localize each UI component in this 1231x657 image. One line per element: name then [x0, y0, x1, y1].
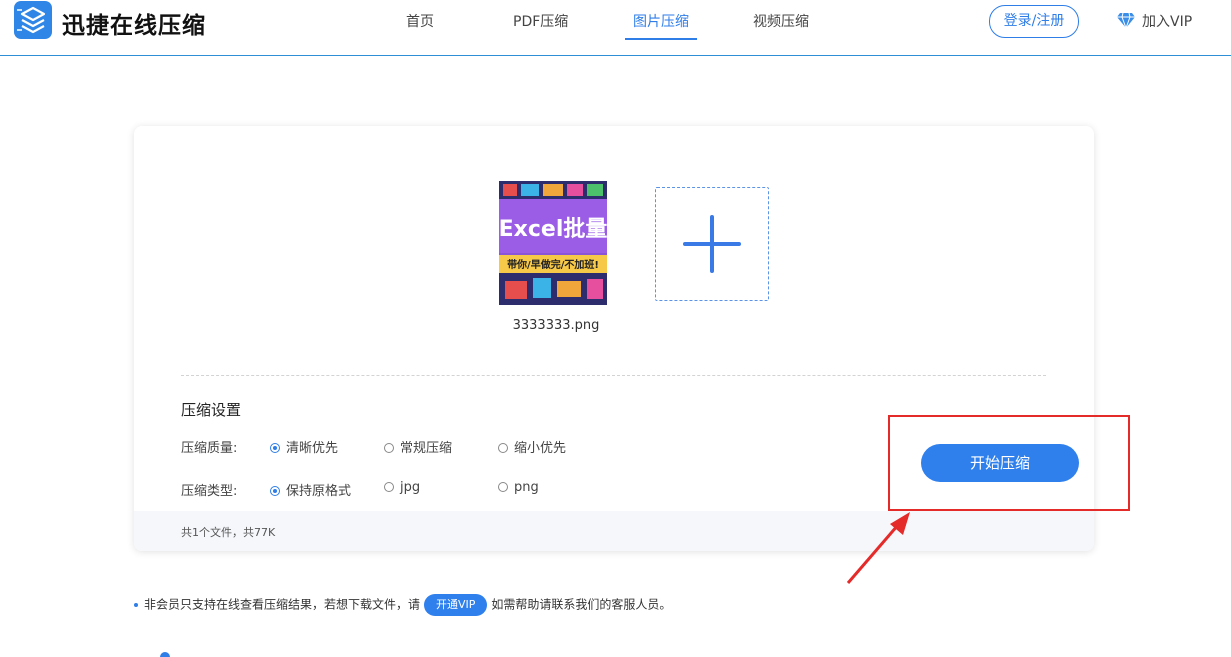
quality-label: 压缩质量:	[181, 441, 238, 456]
top-header: 迅捷在线压缩 首页 PDF压缩 图片压缩 视频压缩 登录/注册 加入VIP	[0, 0, 1231, 56]
radio-icon[interactable]	[498, 481, 508, 492]
file-summary: 共1个文件，共77K	[181, 526, 276, 539]
bullet-icon	[134, 603, 138, 607]
type-label: 压缩类型:	[181, 484, 238, 499]
highlight-box	[888, 415, 1130, 511]
thumb-headline: Excel批量	[499, 217, 607, 242]
radio-icon[interactable]	[498, 442, 508, 453]
quality-option-small[interactable]: 缩小优先	[498, 437, 566, 456]
type-option-jpg[interactable]: jpg	[384, 480, 420, 495]
summary-bar: 共1个文件，共77K	[134, 511, 1094, 551]
diamond-icon	[1116, 12, 1136, 33]
join-vip-label: 加入VIP	[1142, 14, 1193, 30]
notice-text-before: 非会员只支持在线查看压缩结果，若想下载文件，请	[144, 597, 421, 612]
quality-option-normal[interactable]: 常规压缩	[384, 437, 452, 456]
notice-text-after: 如需帮助请联系我们的客服人员。	[491, 597, 672, 612]
active-tab-indicator	[625, 38, 697, 40]
nav-item-image[interactable]: 图片压缩	[633, 11, 689, 31]
nav-item-video[interactable]: 视频压缩	[753, 11, 809, 31]
quality-option-clear[interactable]: 清晰优先	[270, 437, 338, 456]
nav-item-pdf[interactable]: PDF压缩	[513, 11, 568, 31]
file-name: 3333333.png	[512, 318, 600, 333]
radio-checked-icon[interactable]	[270, 485, 280, 496]
open-vip-button[interactable]: 开通VIP	[424, 594, 488, 616]
login-register-button[interactable]: 登录/注册	[989, 5, 1079, 38]
thumb-banner: 带你/早做完/不加班!	[507, 258, 599, 271]
annotation-arrow-icon	[846, 512, 910, 584]
type-option-png[interactable]: png	[498, 480, 539, 495]
scroll-top-icon[interactable]	[160, 652, 170, 657]
type-option-original[interactable]: 保持原格式	[270, 480, 351, 499]
radio-icon[interactable]	[384, 481, 394, 492]
layers-icon[interactable]	[14, 1, 52, 39]
radio-icon[interactable]	[384, 442, 394, 453]
vip-notice: 非会员只支持在线查看压缩结果，若想下载文件，请 开通VIP 如需帮助请联系我们的客服…	[134, 594, 671, 616]
nav-item-home[interactable]: 首页	[406, 11, 434, 31]
file-thumbnail[interactable]: Excel批量 带你/早做完/不加班!	[499, 181, 607, 305]
add-file-button[interactable]	[655, 187, 769, 301]
settings-title: 压缩设置	[181, 401, 242, 419]
radio-checked-icon[interactable]	[270, 442, 280, 453]
section-divider	[181, 375, 1046, 376]
brand-name[interactable]: 迅捷在线压缩	[62, 6, 206, 40]
